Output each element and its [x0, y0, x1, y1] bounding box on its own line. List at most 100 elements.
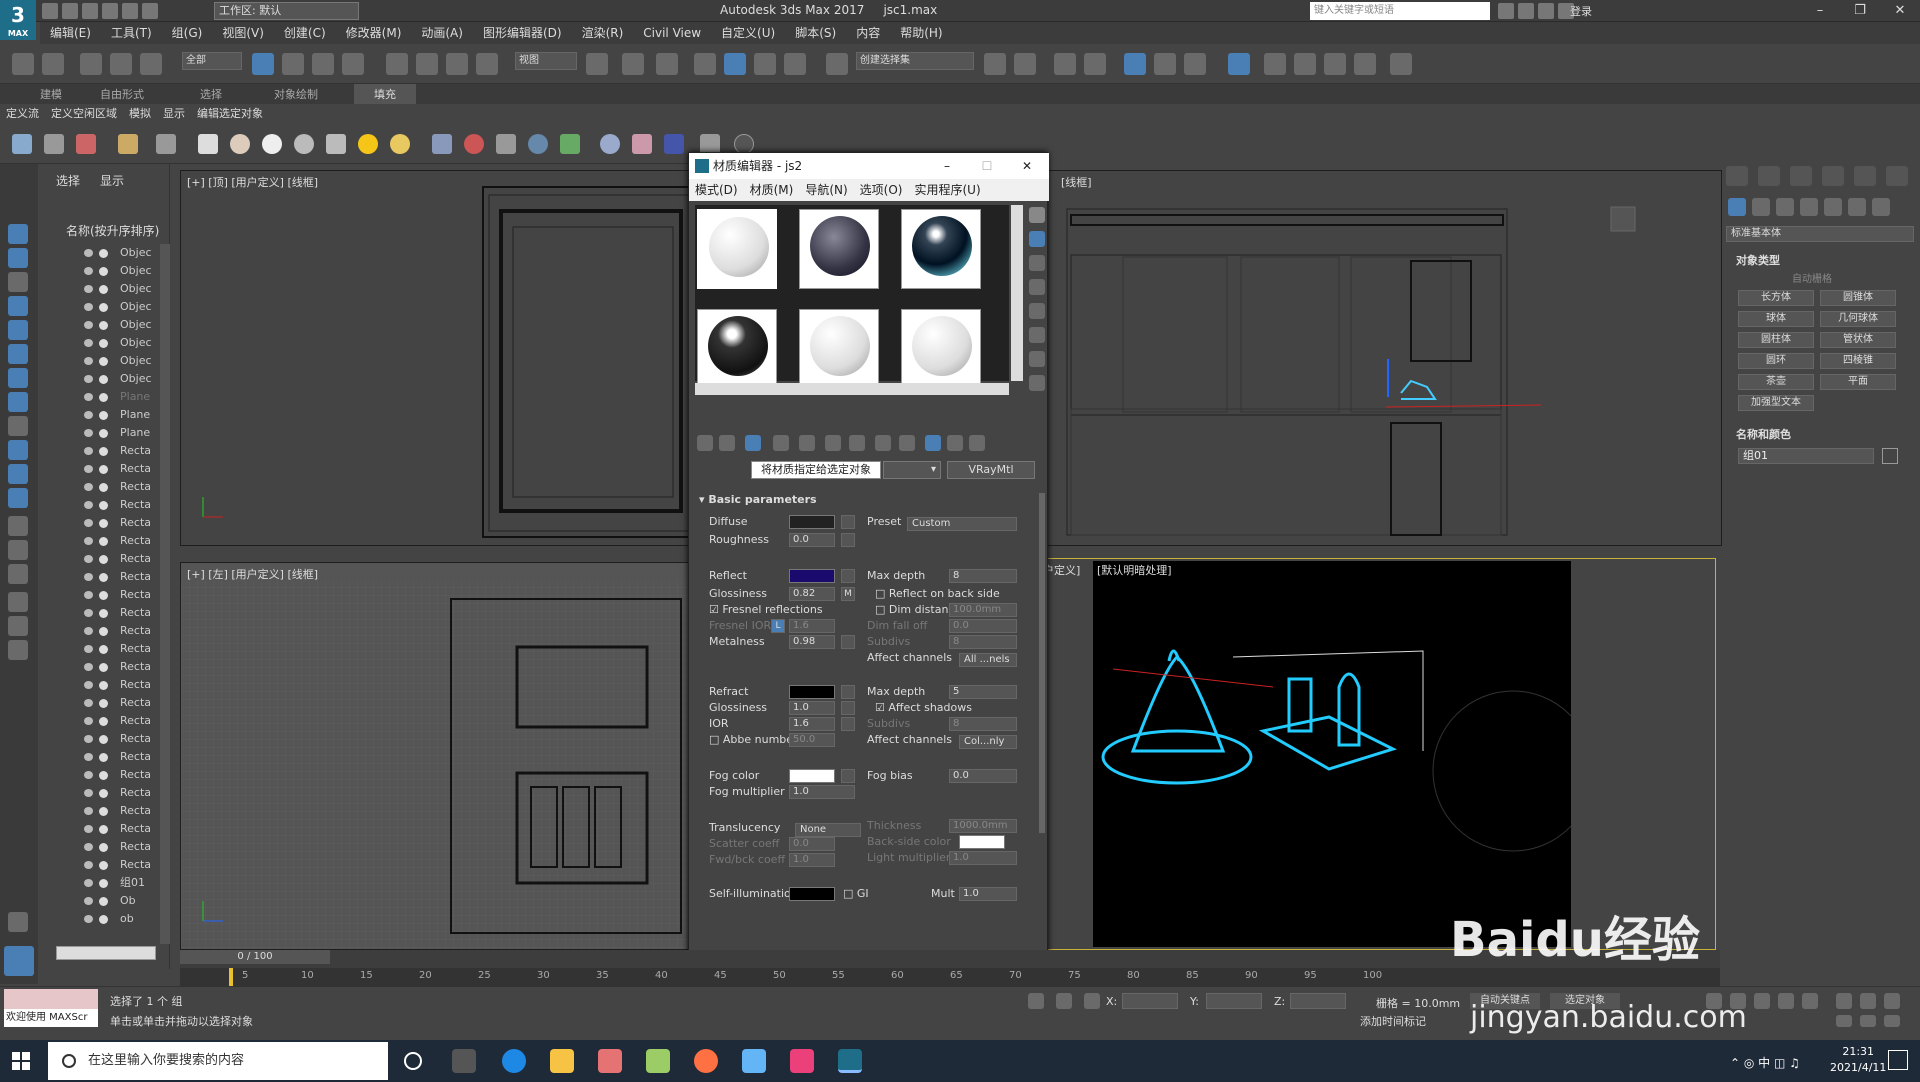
menu-material[interactable]: 材质(M) — [744, 179, 800, 201]
viewport-label[interactable]: 户定义] — [1043, 562, 1080, 578]
absolute-mode-icon[interactable] — [1084, 993, 1100, 1009]
sample-slots-hscrollbar[interactable] — [695, 383, 1009, 395]
window-crossing-icon[interactable] — [342, 53, 364, 75]
play-icon[interactable] — [1754, 993, 1770, 1009]
cylinder-button[interactable]: 圆柱体 — [1738, 332, 1814, 348]
subtab-display[interactable]: 显示 — [157, 104, 191, 124]
put-to-library-icon[interactable] — [849, 435, 865, 451]
sample-slot[interactable] — [901, 209, 981, 289]
select-by-name-icon[interactable] — [282, 53, 304, 75]
freeze-toggle-icon[interactable] — [99, 501, 108, 510]
selection-filter-dropdown[interactable]: 全部 — [182, 52, 242, 70]
pivot-icon[interactable] — [586, 53, 608, 75]
roughness-map-button[interactable] — [841, 533, 855, 547]
reflect-map-button[interactable] — [841, 569, 855, 583]
reflect-swatch[interactable] — [789, 569, 835, 583]
menu-modes[interactable]: 模式(D) — [689, 179, 744, 201]
sky-icon[interactable] — [390, 134, 410, 154]
schematic-view-icon[interactable] — [1184, 53, 1206, 75]
visibility-eye-icon[interactable] — [84, 285, 93, 293]
display-groups-icon[interactable] — [8, 368, 28, 388]
list-item[interactable]: Recta — [38, 838, 170, 856]
display-bones-icon[interactable] — [8, 416, 28, 436]
go-parent-icon[interactable] — [947, 435, 963, 451]
render-production-icon[interactable] — [1324, 53, 1346, 75]
freeze-toggle-icon[interactable] — [99, 357, 108, 366]
viewport-perspective[interactable]: 户定义] [默认明暗处理] — [1040, 558, 1716, 950]
zoom-icon[interactable] — [1836, 993, 1852, 1009]
teapot-icon[interactable] — [12, 134, 32, 154]
visibility-eye-icon[interactable] — [84, 447, 93, 455]
visibility-eye-icon[interactable] — [84, 555, 93, 563]
list-item[interactable]: Objec — [38, 370, 170, 388]
autogrid-checkbox[interactable]: 自动栅格 — [1792, 270, 1832, 285]
list-item[interactable]: Recta — [38, 766, 170, 784]
plant-icon[interactable] — [560, 134, 580, 154]
freeze-toggle-icon[interactable] — [99, 807, 108, 816]
move-icon[interactable] — [386, 53, 408, 75]
freeze-toggle-icon[interactable] — [99, 555, 108, 564]
visibility-eye-icon[interactable] — [84, 789, 93, 797]
sample-slot[interactable] — [697, 209, 777, 289]
affect-shadows-checkbox[interactable]: ☑ Affect shadows — [875, 701, 972, 714]
hierarchy-tab-icon[interactable] — [1790, 166, 1812, 186]
list-item[interactable]: Recta — [38, 442, 170, 460]
freeze-toggle-icon[interactable] — [99, 537, 108, 546]
vray-tools-icon[interactable] — [496, 134, 516, 154]
edit-named-selection-icon[interactable] — [826, 53, 848, 75]
menu-tools[interactable]: 工具(T) — [101, 22, 162, 44]
shapes-icon[interactable] — [1752, 198, 1770, 216]
visibility-eye-icon[interactable] — [84, 375, 93, 383]
visibility-eye-icon[interactable] — [84, 645, 93, 653]
time-slider[interactable]: 0 / 100 — [180, 950, 330, 964]
visibility-eye-icon[interactable] — [84, 807, 93, 815]
dim-distance-spinner[interactable]: 100.0mm — [949, 603, 1017, 617]
visibility-eye-icon[interactable] — [84, 339, 93, 347]
snap-toggle-icon[interactable] — [694, 53, 716, 75]
app-icon[interactable] — [646, 1049, 670, 1073]
list-item[interactable]: Objec — [38, 280, 170, 298]
display-frozen-icon[interactable] — [8, 464, 28, 484]
ior-spinner[interactable]: 1.6 — [789, 717, 835, 731]
frame-buffer-icon[interactable] — [700, 134, 720, 154]
redo-icon[interactable] — [122, 3, 138, 19]
scene-list-hscrollbar[interactable] — [56, 946, 156, 960]
reference-coordinate-dropdown[interactable]: 视图 — [515, 52, 577, 70]
sample-type-icon[interactable] — [1029, 207, 1045, 223]
login-button[interactable]: 登录 — [1570, 3, 1592, 19]
freeze-toggle-icon[interactable] — [99, 843, 108, 852]
mirror-icon[interactable] — [984, 53, 1006, 75]
visibility-eye-icon[interactable] — [84, 879, 93, 887]
reflect-glossiness-spinner[interactable]: 0.82 — [789, 587, 835, 601]
display-cameras-icon[interactable] — [8, 296, 28, 316]
notification-icon[interactable] — [1888, 1050, 1908, 1070]
put-to-scene-icon[interactable] — [719, 435, 735, 451]
cloud-icon[interactable] — [44, 134, 64, 154]
visibility-eye-icon[interactable] — [84, 303, 93, 311]
filter-icon[interactable] — [8, 616, 28, 636]
list-item[interactable]: Recta — [38, 460, 170, 478]
create-tab-icon[interactable] — [1726, 166, 1748, 186]
reflect-subdivs-spinner[interactable]: 8 — [949, 635, 1017, 649]
refract-map-button[interactable] — [841, 685, 855, 699]
material-editor-icon[interactable] — [1228, 53, 1250, 75]
self-illumination-swatch[interactable] — [789, 887, 835, 901]
task-view-icon[interactable] — [452, 1049, 476, 1073]
menu-options[interactable]: 选项(O) — [854, 179, 909, 201]
menu-animation[interactable]: 动画(A) — [411, 22, 473, 44]
freeze-toggle-icon[interactable] — [99, 393, 108, 402]
redo-icon[interactable] — [42, 53, 64, 75]
viewport-layout-icon[interactable] — [1390, 53, 1412, 75]
workspace-selector[interactable]: 工作区: 默认 — [214, 2, 359, 20]
object-type-header[interactable]: 对象类型 — [1736, 252, 1780, 268]
proxy-icon[interactable] — [464, 134, 484, 154]
list-item[interactable]: 组01 — [38, 874, 170, 892]
make-copy-icon[interactable] — [799, 435, 815, 451]
object-color-swatch[interactable] — [1882, 448, 1898, 464]
subtab-simulate[interactable]: 模拟 — [123, 104, 157, 124]
freeze-toggle-icon[interactable] — [99, 321, 108, 330]
teapot-primitive-icon[interactable] — [294, 134, 314, 154]
pyramid-button[interactable]: 四棱锥 — [1820, 353, 1896, 369]
subtab-edit-selected[interactable]: 编辑选定对象 — [191, 104, 269, 124]
geometry-icon[interactable] — [1728, 198, 1746, 216]
